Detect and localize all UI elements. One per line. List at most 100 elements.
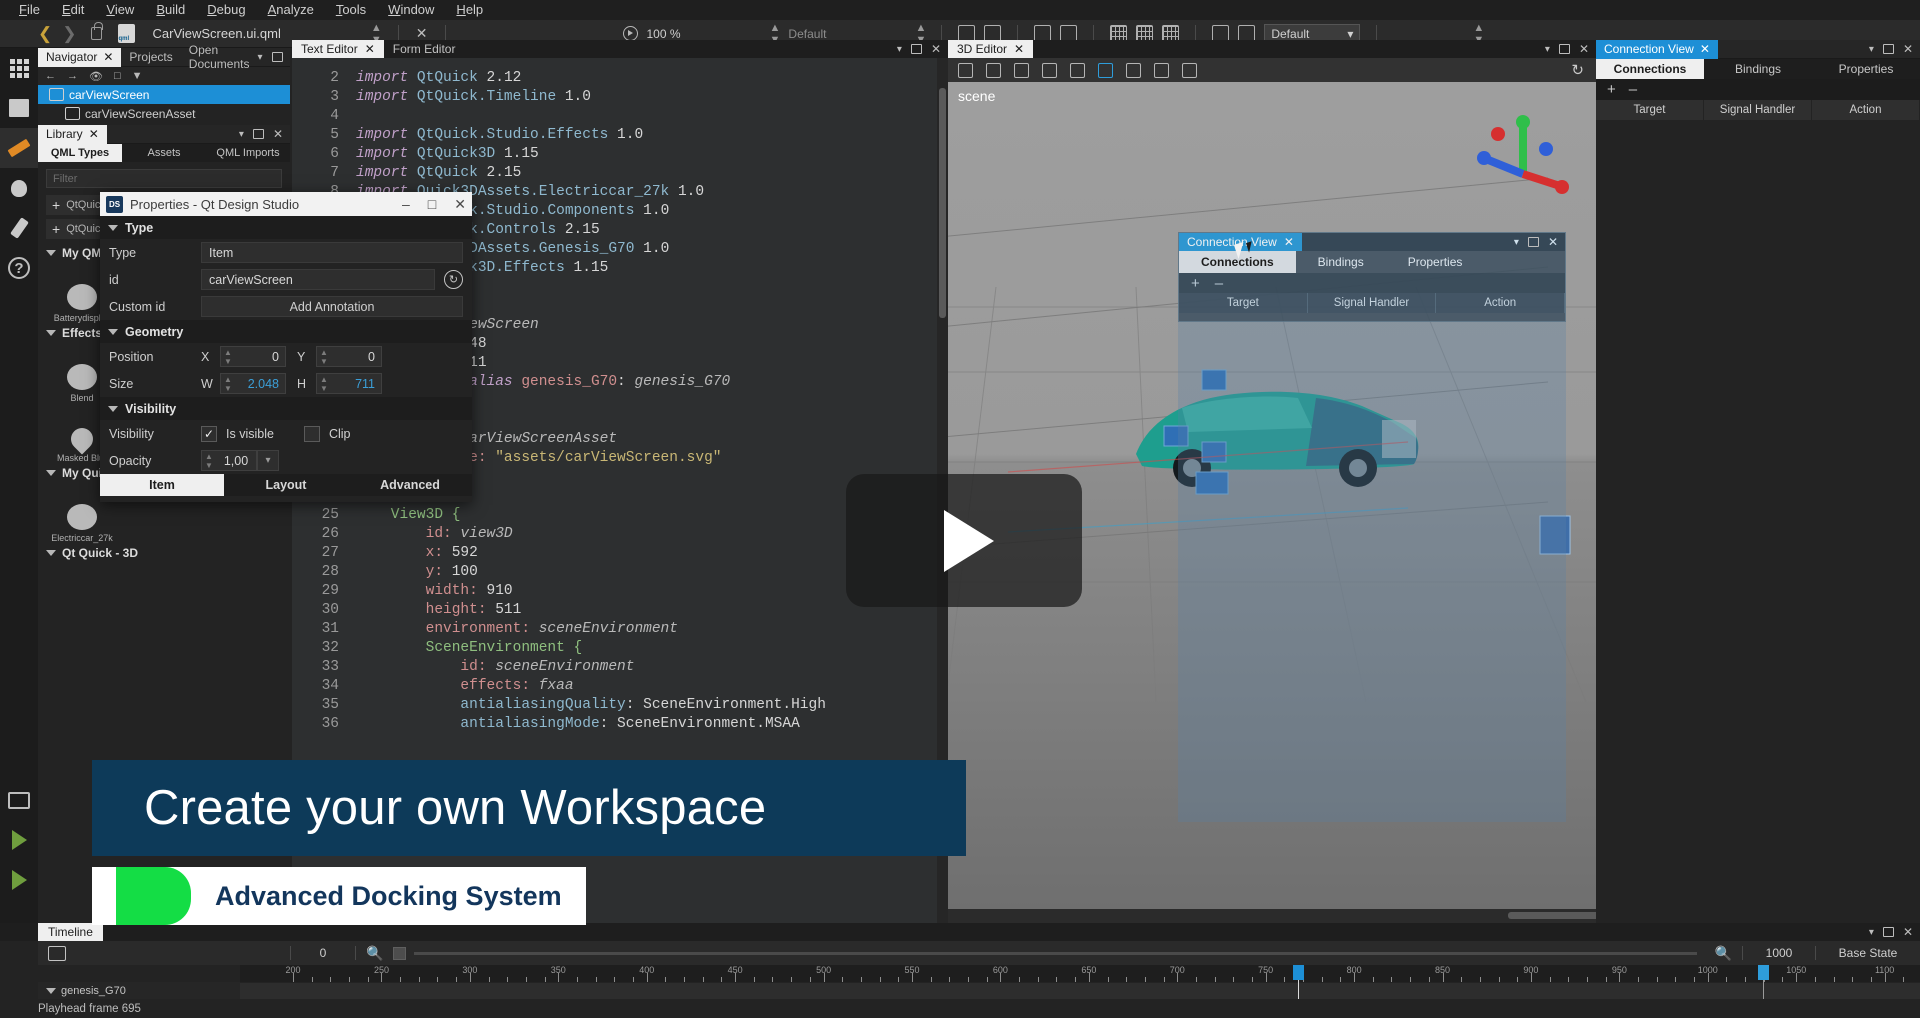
clip-checkbox[interactable] <box>304 426 320 442</box>
nav-visibility-icon[interactable]: 👁 <box>89 70 103 83</box>
start-frame-value[interactable]: 0 <box>291 946 355 960</box>
close-icon[interactable]: ✕ <box>454 196 466 213</box>
h-spinbox[interactable]: ▲▼ 711 <box>316 373 382 394</box>
zoom-slider-handle[interactable] <box>393 947 406 960</box>
section-geometry-header[interactable]: Geometry <box>100 320 472 343</box>
select-icon[interactable] <box>958 63 973 78</box>
chevron-down-icon[interactable]: ▾ <box>1869 927 1874 938</box>
properties-window[interactable]: DS Properties - Qt Design Studio – □ ✕ T… <box>100 192 472 502</box>
reset-icon[interactable]: ↻ <box>444 270 463 289</box>
library-tab[interactable]: Library ✕ <box>38 125 107 144</box>
opacity-spinbox[interactable]: ▲▼ 1,00 <box>201 450 257 471</box>
stepper-icon[interactable]: ▲▼ <box>202 452 216 470</box>
close-icon[interactable]: ✕ <box>365 42 375 56</box>
light-gizmo[interactable] <box>1532 502 1592 572</box>
cv-tab-properties[interactable]: Properties <box>1812 59 1920 79</box>
stepper-icon[interactable]: ▲▼ <box>221 348 235 366</box>
floating-cv-tab-bindings[interactable]: Bindings <box>1296 251 1386 273</box>
forward-arrow-icon[interactable]: ❯ <box>62 24 76 44</box>
chevron-down-icon[interactable]: ▾ <box>257 52 262 63</box>
menu-build[interactable]: Build <box>145 0 196 20</box>
y-spinbox[interactable]: ▲▼ 0 <box>316 346 382 367</box>
stepper-icon[interactable]: ▲▼ <box>317 375 331 393</box>
close-icon[interactable]: ✕ <box>89 127 99 141</box>
zoom-in-icon[interactable]: 🔍 <box>1715 945 1732 962</box>
library-tab-qml-types[interactable]: QML Types <box>38 144 122 162</box>
rotate-icon[interactable] <box>1014 63 1029 78</box>
chevron-down-icon[interactable]: ▾ <box>1869 44 1874 55</box>
timeline-tab[interactable]: Timeline <box>38 923 103 941</box>
mode-welcome[interactable] <box>0 48 38 88</box>
float-icon[interactable] <box>1559 44 1570 54</box>
add-annotation-button[interactable]: Add Annotation <box>201 296 463 317</box>
menu-window[interactable]: Window <box>377 0 445 20</box>
back-arrow-icon[interactable]: ❮ <box>38 24 52 44</box>
maximize-icon[interactable]: □ <box>428 196 436 213</box>
library-tab-assets[interactable]: Assets <box>122 144 206 162</box>
float-icon[interactable] <box>1528 237 1539 247</box>
w-spinbox[interactable]: ▲▼ 2.048 <box>220 373 286 394</box>
floating-cv-tab-properties[interactable]: Properties <box>1386 251 1485 273</box>
nav-filter-icon[interactable]: ▼ <box>132 70 143 82</box>
preview-icon[interactable] <box>623 26 638 41</box>
menu-help[interactable]: Help <box>445 0 494 20</box>
nav-forward-icon[interactable]: → <box>67 70 78 82</box>
properties-title-bar[interactable]: DS Properties - Qt Design Studio – □ ✕ <box>100 192 472 216</box>
close-icon[interactable]: ✕ <box>1903 925 1913 939</box>
nav-export-icon[interactable]: □ <box>114 70 121 82</box>
play-button-icon[interactable] <box>846 474 1082 607</box>
stepper-icon[interactable]: ▲▼ <box>317 348 331 366</box>
end-marker-handle[interactable] <box>1758 965 1769 980</box>
close-icon[interactable]: ✕ <box>1284 235 1294 249</box>
minus-icon[interactable]: – <box>1215 275 1223 292</box>
plus-icon[interactable]: + <box>1607 81 1616 98</box>
reset-view-icon[interactable]: ↻ <box>1571 61 1596 79</box>
zoom-out-icon[interactable]: 🔍 <box>366 945 383 962</box>
chevron-down-icon[interactable]: ▾ <box>1514 237 1519 248</box>
properties-tab-layout[interactable]: Layout <box>224 474 348 496</box>
close-icon[interactable]: ✕ <box>273 127 283 141</box>
mode-edit[interactable] <box>0 88 38 128</box>
menu-edit[interactable]: Edit <box>51 0 95 20</box>
close-icon[interactable]: ✕ <box>1014 42 1024 56</box>
properties-tab-advanced[interactable]: Advanced <box>348 474 472 496</box>
library-tab-qml-imports[interactable]: QML Imports <box>206 144 290 162</box>
section-type-header[interactable]: Type <box>100 216 472 239</box>
float-icon[interactable] <box>253 129 264 139</box>
mode-debug[interactable] <box>0 168 38 208</box>
close-icon[interactable]: ✕ <box>931 42 941 56</box>
nav-tab-navigator[interactable]: Navigator✕ <box>38 48 121 67</box>
menu-view[interactable]: View <box>95 0 145 20</box>
id-input[interactable]: carViewScreen <box>201 269 435 290</box>
mode-help[interactable]: ? <box>0 248 38 288</box>
mode-projects[interactable] <box>0 208 38 248</box>
minimize-icon[interactable]: – <box>402 196 410 213</box>
chevron-down-icon[interactable]: ▾ <box>1545 44 1550 55</box>
close-icon[interactable]: ✕ <box>1700 42 1710 56</box>
type-value-field[interactable]: Item <box>201 242 463 263</box>
film-settings-icon[interactable] <box>48 946 66 961</box>
zoom-slider-track[interactable] <box>414 952 1696 955</box>
track-row-object[interactable]: genesis_G70 <box>38 982 240 999</box>
3d-horizontal-scrollbar[interactable] <box>948 909 1596 923</box>
nav-tab-projects[interactable]: Projects <box>121 48 180 67</box>
float-icon[interactable] <box>272 52 283 62</box>
connection-view-tab[interactable]: Connection View ✕ <box>1596 40 1718 59</box>
monitor-button[interactable] <box>0 780 38 820</box>
tab-3d-editor[interactable]: 3D Editor ✕ <box>948 40 1033 58</box>
navigator-item-carViewScreen[interactable]: carViewScreen <box>38 85 290 104</box>
end-frame-value[interactable]: 1000 <box>1743 946 1815 960</box>
nav-tab-open-documents[interactable]: Open Documents <box>181 48 258 67</box>
cv-tab-bindings[interactable]: Bindings <box>1704 59 1812 79</box>
close-icon[interactable]: ✕ <box>1903 42 1913 56</box>
properties-tab-item[interactable]: Item <box>100 474 224 496</box>
close-icon[interactable]: ✕ <box>1548 235 1558 249</box>
cv-tab-connections[interactable]: Connections <box>1596 59 1704 79</box>
orbit-icon[interactable] <box>1126 63 1141 78</box>
nav-back-icon[interactable]: ← <box>45 70 56 82</box>
playhead-handle[interactable] <box>1293 965 1304 980</box>
menu-file[interactable]: File <box>8 0 51 20</box>
stepper-icon[interactable]: ▲▼ <box>221 375 235 393</box>
tab-text-editor[interactable]: Text Editor✕ <box>292 40 384 58</box>
chevron-down-icon[interactable]: ▾ <box>239 129 244 140</box>
